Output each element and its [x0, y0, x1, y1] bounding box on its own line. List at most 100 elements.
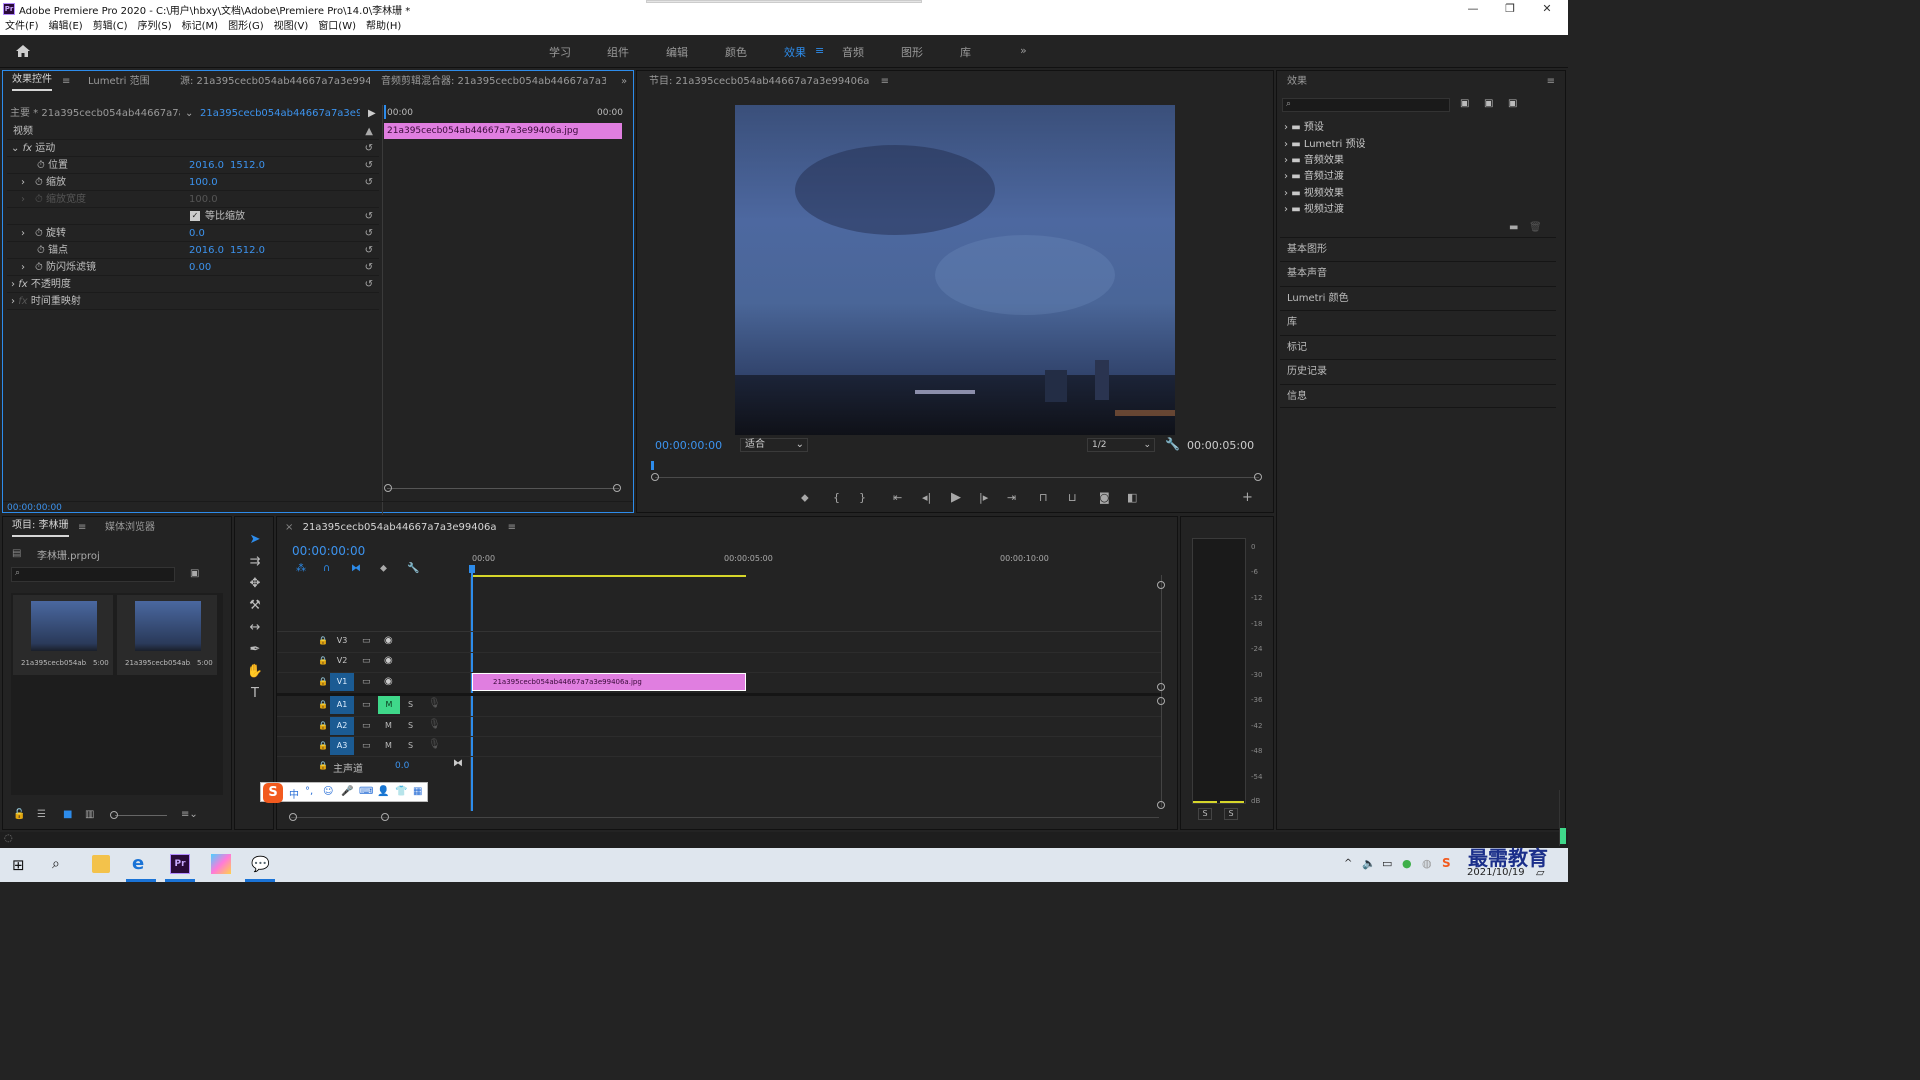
- panel-lumetri-color[interactable]: Lumetri 颜色: [1280, 286, 1556, 310]
- timeline-settings-icon[interactable]: 🔧: [407, 563, 419, 574]
- ec-timecode[interactable]: 00:00:00:00: [7, 503, 62, 513]
- reset-icon[interactable]: ↺: [365, 174, 373, 191]
- anti-flicker-row[interactable]: › ⏱ 防闪烁滤镜 0.00 ↺: [7, 259, 379, 276]
- panel-overflow-icon[interactable]: »: [621, 71, 627, 93]
- workspace-effects[interactable]: 效果: [784, 44, 806, 60]
- workspace-editing[interactable]: 编辑: [666, 44, 688, 60]
- linked-selection-icon[interactable]: ⧓: [351, 563, 361, 574]
- tab-effect-controls[interactable]: 效果控件: [12, 71, 52, 91]
- accelerated-effects-icon[interactable]: ▣: [1460, 98, 1469, 109]
- lock-icon[interactable]: 🔒: [318, 636, 328, 645]
- selection-tool-icon[interactable]: ➤: [245, 530, 265, 550]
- trash-icon[interactable]: 🗑: [1529, 222, 1542, 233]
- clip-dropdown-chevron-icon[interactable]: ⌄: [185, 105, 193, 122]
- tray-expand-icon[interactable]: ^: [1344, 858, 1352, 869]
- ime-voice-icon[interactable]: 🎤: [341, 786, 353, 797]
- ripple-edit-tool-icon[interactable]: ✥: [245, 574, 265, 594]
- stopwatch-icon[interactable]: ⏱: [35, 262, 43, 273]
- anchor-x-value[interactable]: 2016.0: [189, 242, 224, 259]
- menu-marker[interactable]: 标记(M): [177, 18, 223, 35]
- lock-icon[interactable]: 🔒: [318, 741, 328, 750]
- file-explorer-icon[interactable]: [92, 855, 110, 873]
- work-area-bar[interactable]: [472, 575, 746, 577]
- menu-clip[interactable]: 剪辑(C): [88, 18, 133, 35]
- close-button[interactable]: ✕: [1530, 1, 1564, 17]
- snap-magnet-icon[interactable]: ∩: [323, 563, 330, 574]
- scrubber-handle-left[interactable]: [651, 473, 659, 481]
- position-row[interactable]: ⏱ 位置 2016.0 1512.0 ↺: [7, 157, 379, 174]
- razor-tool-icon[interactable]: ⚒: [245, 596, 265, 616]
- ec-clip-bar[interactable]: 21a395cecb054ab44667a7a3e99406a.jpg: [384, 123, 622, 139]
- sort-icon[interactable]: ≡⌄: [181, 809, 198, 820]
- lock-icon[interactable]: 🔒: [318, 700, 328, 709]
- uniform-scale-row[interactable]: ✓ 等比缩放 ↺: [7, 208, 379, 225]
- sync-lock-icon[interactable]: ▭: [362, 741, 371, 751]
- add-marker-icon[interactable]: ⬥: [801, 491, 809, 505]
- workspace-assembly[interactable]: 组件: [607, 44, 629, 60]
- play-icon[interactable]: ▶: [951, 490, 961, 505]
- panel-markers[interactable]: 标记: [1280, 335, 1556, 359]
- panel-history[interactable]: 历史记录: [1280, 359, 1556, 383]
- sync-lock-icon[interactable]: ▭: [362, 721, 371, 731]
- play-only-icon[interactable]: ▶: [368, 105, 376, 122]
- icon-view-icon[interactable]: ■: [63, 809, 72, 820]
- track-a1[interactable]: A1: [330, 696, 354, 714]
- add-button-icon[interactable]: +: [1242, 490, 1253, 505]
- sogou-logo-icon[interactable]: S: [263, 783, 283, 803]
- panel-essential-graphics[interactable]: 基本图形: [1280, 237, 1556, 261]
- reset-icon[interactable]: ↺: [365, 259, 373, 276]
- ime-chinese-mode[interactable]: 中: [289, 786, 299, 801]
- program-timecode[interactable]: 00:00:00:00: [655, 439, 722, 452]
- hscroll-handle-left[interactable]: [289, 813, 297, 821]
- mark-in-icon[interactable]: {: [833, 491, 840, 504]
- meter-solo-left[interactable]: S: [1198, 808, 1212, 820]
- premiere-taskbar-icon[interactable]: Pr: [170, 854, 190, 874]
- network-icon[interactable]: ▭: [1382, 857, 1392, 870]
- workspace-learn[interactable]: 学习: [549, 44, 571, 60]
- playhead-handle[interactable]: [469, 565, 475, 573]
- tray-sogou-icon[interactable]: S: [1442, 856, 1451, 870]
- solo-button-a2[interactable]: S: [408, 721, 413, 730]
- menu-sequence[interactable]: 序列(S): [132, 18, 176, 35]
- compare-view-icon[interactable]: ◧: [1127, 491, 1137, 504]
- reset-icon[interactable]: ↺: [365, 276, 373, 293]
- step-forward-icon[interactable]: |▸: [979, 491, 988, 504]
- reset-icon[interactable]: ↺: [365, 208, 373, 225]
- eye-icon[interactable]: ◉: [384, 676, 393, 687]
- reset-icon[interactable]: ↺: [365, 225, 373, 242]
- stopwatch-icon[interactable]: ⏱: [35, 177, 43, 188]
- reset-icon[interactable]: ↺: [365, 242, 373, 259]
- tab-audio-clip-mixer[interactable]: 音频剪辑混合器: 21a395cecb054ab44667a7a3e9940: [381, 71, 606, 93]
- track-a3[interactable]: A3: [330, 737, 354, 755]
- workspace-menu-icon[interactable]: ≡: [815, 44, 824, 57]
- workspace-color[interactable]: 颜色: [725, 44, 747, 60]
- workspace-libraries[interactable]: 库: [960, 44, 971, 60]
- go-to-in-icon[interactable]: ⇤: [893, 491, 902, 504]
- sync-lock-icon[interactable]: ▭: [362, 656, 371, 666]
- pen-tool-icon[interactable]: ✒: [245, 640, 265, 660]
- mute-button-a3[interactable]: M: [385, 741, 392, 750]
- zoom-slider[interactable]: [115, 815, 167, 816]
- effects-tree-audio-transitions[interactable]: › ▬ 音频过渡: [1284, 167, 1344, 182]
- project-item[interactable]: 21a395cecb054ab... 5:00: [117, 595, 217, 675]
- go-to-end-icon[interactable]: ⧓: [453, 758, 463, 769]
- close-tab-icon[interactable]: ×: [285, 522, 293, 533]
- track-v3[interactable]: V3: [330, 632, 354, 650]
- search-icon[interactable]: ⌕: [52, 856, 60, 872]
- panel-libraries[interactable]: 库: [1280, 310, 1556, 334]
- lock-icon[interactable]: 🔒: [318, 677, 328, 686]
- ime-user-icon[interactable]: 👤: [377, 786, 389, 797]
- mark-out-icon[interactable]: }: [859, 491, 866, 504]
- opacity-effect-row[interactable]: › fx 不透明度 ↺: [7, 276, 379, 293]
- ime-emoji-icon[interactable]: ☺: [323, 786, 333, 797]
- timeline-hscroll[interactable]: [291, 817, 1159, 818]
- panel-menu-icon[interactable]: ≡: [1547, 71, 1555, 93]
- solo-button-a3[interactable]: S: [408, 741, 413, 750]
- time-remap-row[interactable]: › fx 时间重映射: [7, 293, 379, 310]
- vscroll-handle[interactable]: [1157, 801, 1165, 809]
- hscroll-handle-right[interactable]: [381, 813, 389, 821]
- menu-graphics[interactable]: 图形(G): [223, 18, 269, 35]
- workspace-audio[interactable]: 音频: [842, 44, 864, 60]
- anchor-y-value[interactable]: 1512.0: [230, 242, 265, 259]
- fit-dropdown[interactable]: 适合 ⌄: [740, 438, 808, 452]
